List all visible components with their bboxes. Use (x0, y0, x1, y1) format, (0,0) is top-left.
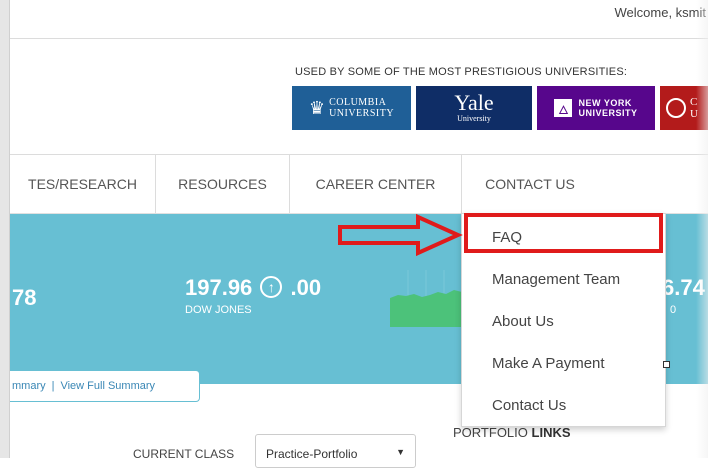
portfolio-links-prefix: PORTFOLIO (453, 425, 528, 440)
yale-name: Yale (454, 90, 494, 115)
yale-sub: University (457, 114, 491, 123)
ticker-right-value: 6.74 (662, 275, 705, 300)
dropdown-item-about-us[interactable]: About Us (462, 300, 665, 342)
cornell-line-2: U (690, 108, 698, 120)
nav-item-resources[interactable]: RESOURCES (156, 155, 289, 213)
columbia-line-2: UNIVERSITY (329, 108, 395, 119)
class-select[interactable]: Practice-Portfolio ▼ (255, 434, 416, 468)
arrow-up-circle-icon: ↑ (260, 276, 283, 298)
dropdown-item-make-a-payment[interactable]: Make A Payment (462, 342, 665, 384)
nav-item-sites-research[interactable]: TES/RESEARCH (10, 155, 155, 213)
ticker-right-label: 0 (670, 304, 677, 316)
dow-mini-chart: 10am 11am 12p (390, 270, 462, 327)
yale-logo: Yale University (416, 86, 532, 130)
dropdown-item-contact-us[interactable]: Contact Us (462, 384, 665, 426)
header-divider (10, 38, 708, 39)
ticker-left-value: 78 (12, 285, 37, 310)
welcome-text: Welcome, ksmit (614, 5, 707, 20)
resize-handle[interactable] (663, 361, 670, 368)
summary-separator: | (51, 380, 55, 392)
nyu-line-2: UNIVERSITY (578, 108, 638, 118)
dow-value: 197.96 (185, 275, 253, 300)
view-full-summary-link[interactable]: View Full Summary (60, 380, 155, 392)
summary-link[interactable]: mmary (12, 380, 46, 392)
dow-change: .00 (290, 275, 322, 300)
class-select-value: Practice-Portfolio (266, 447, 358, 461)
current-class-label: CURRENT CLASS (133, 447, 235, 461)
window-left-border (0, 0, 10, 458)
columbia-logo: ♛ COLUMBIA UNIVERSITY (292, 86, 411, 130)
nyu-line-1: NEW YORK (578, 98, 632, 108)
pointer-arrow-icon (338, 213, 463, 257)
main-nav: TES/RESEARCH RESOURCES CAREER CENTER CON… (10, 155, 708, 213)
crown-icon: ♛ (308, 97, 326, 118)
seal-icon (666, 98, 686, 118)
summary-links: mmary | View Full Summary (10, 370, 200, 402)
dropdown-item-management-team[interactable]: Management Team (462, 258, 665, 300)
cornell-logo: C U (660, 86, 708, 130)
nav-item-contact-us[interactable]: CONTACT US (462, 155, 598, 213)
nav-item-career-center[interactable]: CAREER CENTER (290, 155, 461, 213)
faq-highlight-box (464, 213, 663, 253)
portfolio-links-heading: PORTFOLIO LINKS (453, 425, 571, 440)
caret-down-icon: ▼ (396, 447, 405, 457)
cornell-line-1: C (690, 96, 698, 108)
columbia-line-1: COLUMBIA (329, 97, 387, 108)
torch-icon: 🜂 (554, 99, 573, 117)
portfolio-links-bold: LINKS (531, 425, 571, 440)
dow-value-group: 197.96 ↑ .00 (185, 275, 321, 301)
universities-caption: USED BY SOME OF THE MOST PRESTIGIOUS UNI… (295, 66, 628, 78)
dow-label: DOW JONES (185, 304, 252, 316)
nyu-logo: 🜂 NEW YORK UNIVERSITY (537, 86, 655, 130)
